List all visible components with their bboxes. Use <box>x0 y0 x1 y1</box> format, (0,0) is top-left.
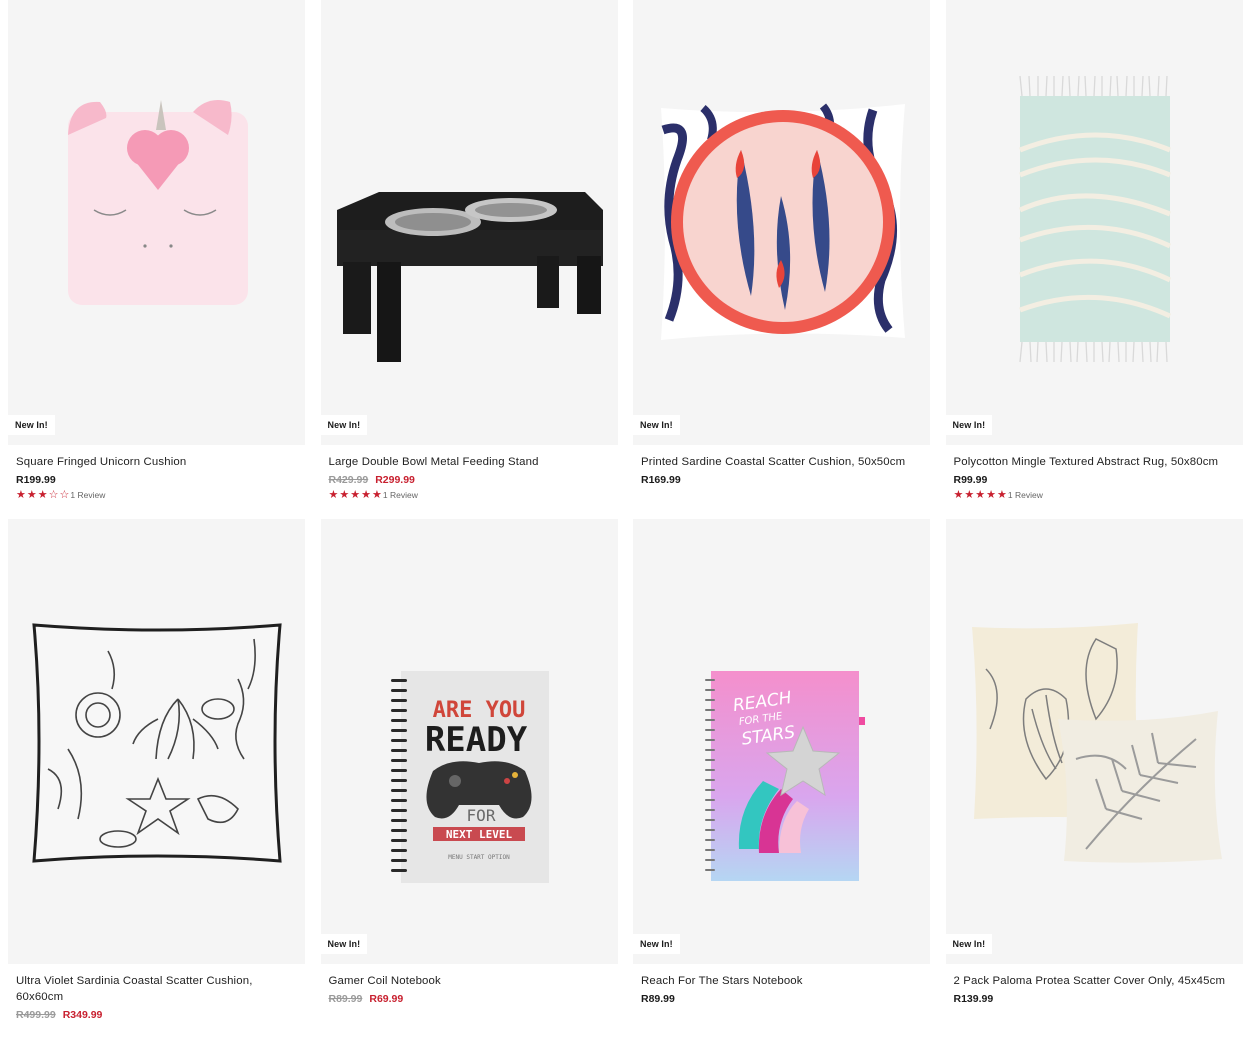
sale-price: R299.99 <box>375 474 415 486</box>
new-in-badge: New In! <box>320 415 368 435</box>
new-in-badge: New In! <box>633 934 680 954</box>
star-icon: ★ <box>372 488 382 501</box>
star-icon: ★ <box>361 488 371 501</box>
product-name[interactable]: Polycotton Mingle Textured Abstract Rug,… <box>954 454 1235 470</box>
product-card[interactable]: REACH FOR THE STARS New In! Reach For Th… <box>633 519 930 1038</box>
product-image[interactable]: New In! <box>945 519 1243 964</box>
price-row: R499.99 R349.99 <box>16 1008 297 1022</box>
product-name[interactable]: Printed Sardine Coastal Scatter Cushion,… <box>641 454 922 470</box>
star-icon: ★ <box>26 488 37 501</box>
unicorn-cushion-image <box>68 99 248 305</box>
protea-cushion-image <box>971 623 1222 863</box>
new-in-badge: New In! <box>945 934 993 954</box>
star-icon: ★ <box>964 488 975 501</box>
new-in-badge: New In! <box>945 415 993 435</box>
rating-row: ★ ★ ★ ★ ★ 1 Review <box>954 488 1235 502</box>
cover-line-2: READY <box>424 720 527 760</box>
star-icon: ★ <box>328 488 339 501</box>
new-in-badge: New In! <box>320 934 368 954</box>
product-image[interactable] <box>8 519 305 964</box>
product-image[interactable]: New In! <box>8 0 305 445</box>
original-price: R429.99 <box>328 474 369 486</box>
product-card[interactable]: New In! Printed Sardine Coastal Scatter … <box>633 0 930 519</box>
star-icon: ★ <box>953 488 964 501</box>
product-name[interactable]: Square Fringed Unicorn Cushion <box>16 454 297 470</box>
star-rating: ★ ★ ★ ★ ★ <box>328 488 382 501</box>
price-row: R99.99 <box>954 473 1235 487</box>
product-card[interactable]: New In! Large Double Bowl Metal Feeding … <box>320 0 618 519</box>
star-rating: ★ ★ ★ ★ ★ <box>953 488 1007 501</box>
price-row: R199.99 <box>16 473 297 487</box>
rating-row: ★ ★ ★ ★ ★ 1 Review <box>329 488 610 502</box>
price-row: R429.99 R299.99 <box>329 473 610 487</box>
new-in-badge: New In! <box>633 415 680 435</box>
product-image[interactable]: REACH FOR THE STARS New In! <box>633 519 930 964</box>
product-card[interactable]: Ultra Violet Sardinia Coastal Scatter Cu… <box>8 519 305 1038</box>
price: R199.99 <box>16 474 56 486</box>
price: R99.99 <box>953 474 988 486</box>
star-icon: ★ <box>16 488 26 501</box>
sardine-cushion-image <box>661 103 905 340</box>
sale-price: R349.99 <box>62 1009 103 1021</box>
price: R139.99 <box>953 993 994 1005</box>
star-icon: ★ <box>350 488 361 501</box>
product-name[interactable]: Ultra Violet Sardinia Coastal Scatter Cu… <box>16 973 297 1005</box>
product-image[interactable]: New In! <box>633 0 930 445</box>
star-icon: ★ <box>37 488 48 501</box>
star-icon: ☆ <box>59 488 70 501</box>
product-image[interactable]: New In! <box>320 0 618 445</box>
product-name[interactable]: Reach For The Stars Notebook <box>641 973 922 989</box>
product-name[interactable]: 2 Pack Paloma Protea Scatter Cover Only,… <box>954 973 1235 989</box>
feeding-stand-image <box>336 192 603 362</box>
price: R169.99 <box>641 474 681 486</box>
new-in-badge: New In! <box>8 415 55 435</box>
cover-line-5: MENU START OPTION <box>448 854 510 861</box>
price-row: R139.99 <box>954 992 1235 1006</box>
original-price: R89.99 <box>328 993 363 1005</box>
review-count[interactable]: 1 Review <box>70 490 105 500</box>
product-image[interactable]: ARE YOU READY FOR NEXT LEVEL MENU START … <box>320 519 618 964</box>
rug-image <box>1018 75 1171 363</box>
product-card[interactable]: ARE YOU READY FOR NEXT LEVEL MENU START … <box>320 519 618 1038</box>
sale-price: R69.99 <box>369 993 404 1005</box>
product-name[interactable]: Gamer Coil Notebook <box>329 973 610 989</box>
product-card[interactable]: New In! 2 Pack Paloma Protea Scatter Cov… <box>945 519 1243 1038</box>
rating-row: ★ ★ ★ ☆ ☆ 1 Review <box>16 488 297 502</box>
review-count[interactable]: 1 Review <box>1008 490 1043 500</box>
cover-line-3: FOR <box>466 806 495 825</box>
gamer-notebook-image: ARE YOU READY FOR NEXT LEVEL MENU START … <box>390 671 549 883</box>
star-icon: ★ <box>997 488 1007 501</box>
star-icon: ★ <box>339 488 350 501</box>
product-card[interactable]: New In! Square Fringed Unicorn Cushion R… <box>8 0 305 519</box>
product-card[interactable]: New In! Polycotton Mingle Textured Abstr… <box>945 0 1243 519</box>
star-rating: ★ ★ ★ ☆ ☆ <box>16 488 70 501</box>
star-icon: ★ <box>975 488 986 501</box>
stars-notebook-image: REACH FOR THE STARS <box>705 671 865 881</box>
product-name[interactable]: Large Double Bowl Metal Feeding Stand <box>329 454 610 470</box>
star-icon: ☆ <box>48 488 59 501</box>
sardinia-cushion-image <box>32 623 282 863</box>
price: R89.99 <box>641 993 675 1005</box>
star-icon: ★ <box>986 488 996 501</box>
cover-line-4: NEXT LEVEL <box>445 828 512 841</box>
product-image[interactable]: New In! <box>945 0 1243 445</box>
price-row: R89.99 <box>641 992 922 1006</box>
review-count[interactable]: 1 Review <box>383 490 418 500</box>
price-row: R169.99 <box>641 473 922 487</box>
product-grid: New In! Square Fringed Unicorn Cushion R… <box>8 0 1243 1038</box>
price-row: R89.99 R69.99 <box>329 992 610 1006</box>
original-price: R499.99 <box>16 1009 56 1021</box>
